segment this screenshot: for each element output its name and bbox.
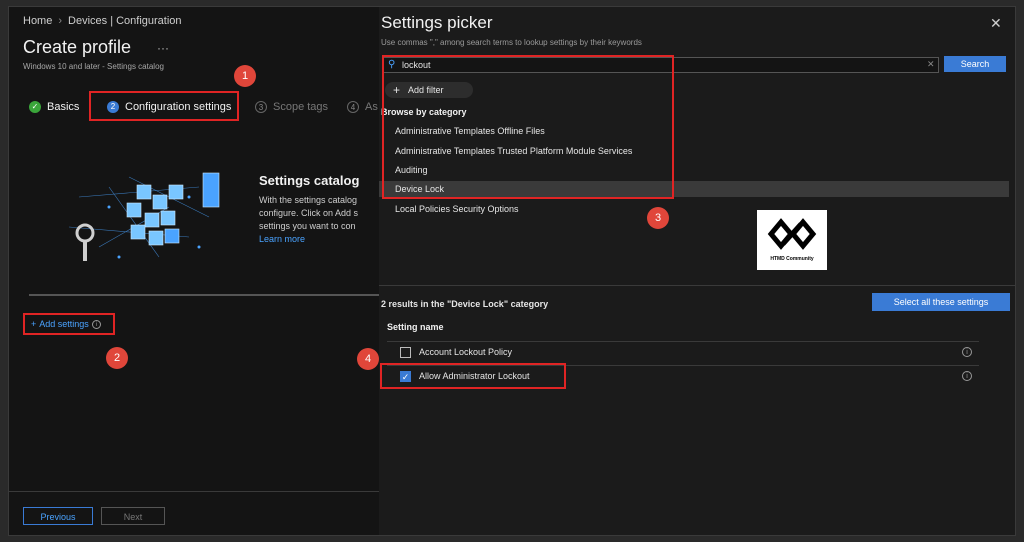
annotation-box-search-and-categories [382,55,674,199]
portal-window: Home › Devices | Configuration Create prof… [8,6,1016,536]
setting-row[interactable]: Account Lockout Policy i [387,341,979,363]
tab-assignments[interactable]: 4 As [347,101,378,113]
annotation-badge-1: 1 [234,65,256,87]
breadcrumb-devices-configuration[interactable]: Devices | Configuration [68,15,182,27]
settings-catalog-description: With the settings catalog configure. Cli… [259,194,374,246]
search-button[interactable]: Search [944,56,1006,72]
breadcrumb-home[interactable]: Home [23,15,52,27]
annotation-box-add-settings [23,313,115,335]
screenshot-frame: Home › Devices | Configuration Create prof… [0,0,1024,542]
settings-picker-subtitle: Use commas "," among search terms to loo… [381,38,642,47]
settings-picker-title: Settings picker [381,13,493,32]
more-options-icon[interactable]: ··· [157,41,169,55]
footer-divider [9,491,379,492]
setting-name: Account Lockout Policy [419,347,513,357]
tab-assignments-label: As [365,101,378,113]
annotation-badge-2: 2 [106,347,128,369]
step-number-icon: 4 [347,101,359,113]
checkmark-icon: ✓ [29,101,41,113]
close-icon[interactable]: ✕ [990,15,1002,32]
learn-more-link[interactable]: Learn more [259,234,305,244]
create-profile-pane: Home › Devices | Configuration Create prof… [9,7,379,535]
info-icon[interactable]: i [962,347,972,357]
tab-basics-label: Basics [47,101,80,113]
previous-button[interactable]: Previous [23,507,93,525]
annotation-badge-4: 4 [357,348,379,370]
page-subtitle: Windows 10 and later - Settings catalog [23,62,164,71]
logo-text: HTMD Community [770,256,814,262]
breadcrumb: Home › Devices | Configuration [23,15,182,27]
tab-scope-tags[interactable]: 3 Scope tags [255,101,328,113]
settings-catalog-title: Settings catalog [259,173,360,188]
next-button[interactable]: Next [101,507,165,525]
setting-name-column-header: Setting name [387,322,444,332]
annotation-box-allow-administrator-lockout [380,363,566,389]
select-all-settings-button[interactable]: Select all these settings [872,293,1010,311]
section-divider [29,294,379,296]
results-count: 2 results in the "Device Lock" category [381,299,549,309]
setting-checkbox[interactable] [400,347,411,358]
settings-catalog-description-text: With the settings catalog configure. Cli… [259,195,359,231]
category-item[interactable]: Local Policies Security Options [379,201,1009,217]
step-number-icon: 3 [255,101,267,113]
clear-search-icon[interactable]: ✕ [927,59,935,70]
htmd-logo-icon [767,218,817,250]
chevron-right-icon: › [58,15,63,27]
info-icon[interactable]: i [962,371,972,381]
tab-scope-tags-label: Scope tags [273,101,329,113]
tab-basics[interactable]: ✓ Basics [29,101,79,113]
annotation-badge-3: 3 [647,207,669,229]
htmd-community-logo: HTMD Community [757,210,827,270]
results-divider [379,285,1015,286]
page-title: Create profile [23,37,132,57]
annotation-box-configuration-settings [89,91,239,121]
settings-catalog-illustration [68,172,220,261]
